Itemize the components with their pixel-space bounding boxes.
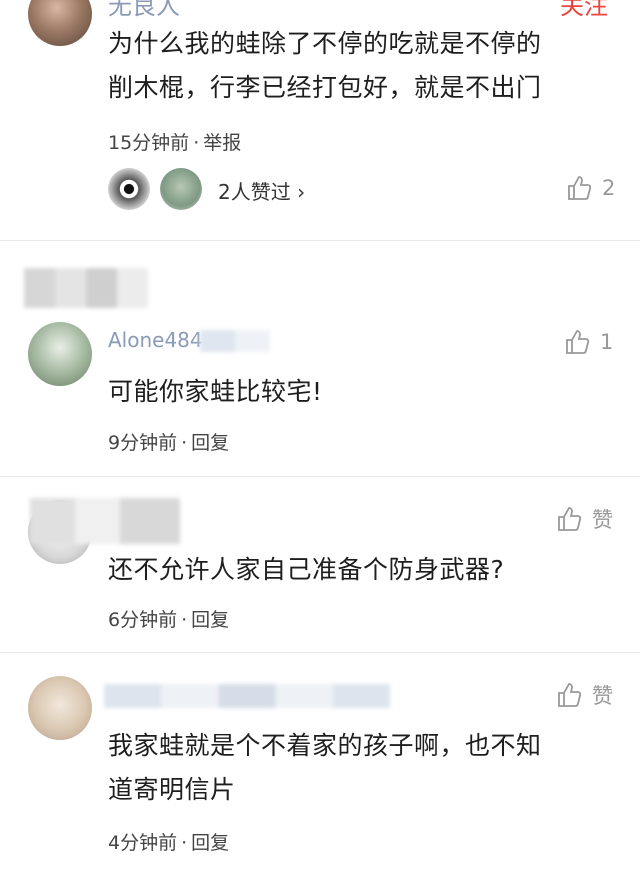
- like-count: 1: [600, 330, 614, 354]
- like-label: 赞: [592, 684, 613, 708]
- avatar[interactable]: [28, 0, 92, 46]
- comment-time: 15分钟前: [108, 132, 190, 154]
- separator-dot: ·: [181, 609, 188, 631]
- comment-meta: 15分钟前 · 举报: [108, 128, 241, 155]
- like-button[interactable]: 赞: [556, 504, 613, 534]
- mosaic-block: [30, 498, 180, 544]
- comment-line: 可能你家蛙比较宅!: [108, 377, 323, 406]
- comment-time: 4分钟前: [108, 832, 178, 854]
- thumbs-up-icon: [558, 507, 582, 531]
- comment-text: 还不允许人家自己准备个防身武器?: [108, 548, 504, 592]
- liker-avatar[interactable]: [160, 168, 202, 210]
- thumbs-up-icon: [558, 683, 582, 707]
- separator-dot: ·: [181, 832, 188, 854]
- report-button[interactable]: 举报: [203, 132, 241, 154]
- mosaic-block: [24, 268, 148, 308]
- like-count: 2: [602, 176, 616, 200]
- liker-avatar[interactable]: [108, 168, 150, 210]
- reply-button[interactable]: 回复: [191, 432, 229, 454]
- like-button[interactable]: 2: [566, 174, 615, 202]
- comment-time: 6分钟前: [108, 609, 178, 631]
- follow-button[interactable]: 关注: [560, 0, 608, 21]
- comment-line: 还不允许人家自己准备个防身武器?: [108, 555, 505, 584]
- likers-link[interactable]: 2人赞过 ›: [218, 176, 305, 205]
- comment-line: 削木棍，行李已经打包好，就是不出门: [108, 73, 542, 102]
- like-button[interactable]: 赞: [556, 680, 613, 710]
- comment-username[interactable]: 无良人: [108, 0, 180, 21]
- comment-text: 我家蛙就是个不着家的孩子啊，也不知 道寄明信片: [108, 724, 542, 812]
- comment-meta: 9分钟前 · 回复: [108, 428, 229, 455]
- avatar[interactable]: [28, 676, 92, 740]
- like-label: 赞: [592, 508, 613, 532]
- divider: [0, 652, 640, 653]
- thumbs-up-icon: [568, 176, 592, 200]
- mosaic-block: [104, 684, 390, 708]
- comment-username[interactable]: Alone484: [108, 328, 203, 352]
- reply-button[interactable]: 回复: [191, 609, 229, 631]
- separator-dot: ·: [193, 132, 200, 154]
- comment-text: 为什么我的蛙除了不停的吃就是不停的 削木棍，行李已经打包好，就是不出门: [108, 22, 542, 110]
- thumbs-up-icon: [566, 330, 590, 354]
- comment-meta: 4分钟前 · 回复: [108, 828, 229, 855]
- avatar[interactable]: [28, 322, 92, 386]
- mosaic-block: [200, 330, 270, 352]
- divider: [0, 476, 640, 477]
- comment-line: 我家蛙就是个不着家的孩子啊，也不知: [108, 731, 542, 760]
- divider: [0, 240, 640, 241]
- separator-dot: ·: [181, 432, 188, 454]
- like-button[interactable]: 1: [564, 328, 613, 356]
- reply-button[interactable]: 回复: [191, 832, 229, 854]
- comment-line: 道寄明信片: [108, 775, 236, 804]
- comment-line: 为什么我的蛙除了不停的吃就是不停的: [108, 29, 542, 58]
- comment-time: 9分钟前: [108, 432, 178, 454]
- comment-text: 可能你家蛙比较宅!: [108, 370, 323, 414]
- comment-meta: 6分钟前 · 回复: [108, 605, 229, 632]
